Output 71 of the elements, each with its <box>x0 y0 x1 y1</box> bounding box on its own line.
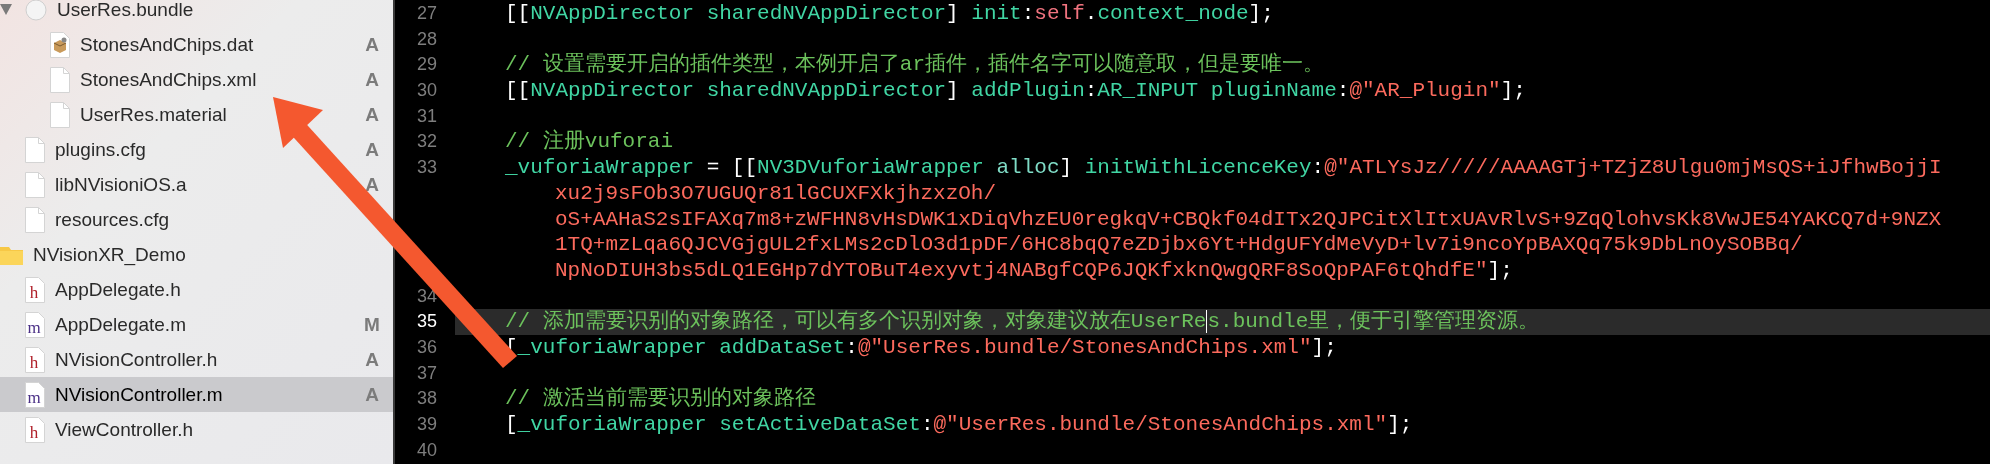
status-label: A <box>364 68 380 91</box>
document-icon <box>50 66 70 93</box>
disclosure-triangle-icon[interactable] <box>0 4 12 15</box>
status-label: M <box>363 313 381 336</box>
code-line: 1TQ+mzLqa6QJCVGjgUL2fxLMs2cDlO3d1pDF/6HC8bqQ7eZDjbx6Yt+HdgUFYdMeVyD+lv7i9ncoYpBAXQq75k9DbLnOySOBBq/ <box>554 232 1804 258</box>
code-line: oS+AAHaS2sIFAXq7m8+zWFHN8vHsDWK1xDiqVhzEU0regkqV+CBQkf04dITx2QJPCitXlItxUAvRlvS+9ZqQlohvsKk8VwJE54YAKCQ7d+9NZX <box>554 206 1943 233</box>
code-line: // 激活当前需要识别的对象路径 <box>504 386 817 412</box>
file-item[interactable]: h ViewController.h <box>0 412 393 447</box>
file-name: StonesAndChips.xml <box>80 68 258 91</box>
code-line: // 设置需要开启的插件类型，本例开启了ar插件，插件名字可以随意取，但是要唯一。 <box>504 52 1325 79</box>
file-name: NVisionController.m <box>55 383 224 406</box>
status-label: A <box>364 103 380 126</box>
file-name: AppDelegate.m <box>55 313 187 336</box>
status-label: A <box>364 138 380 161</box>
code-line: xu2j9sFOb3O7UGUQr81lGCUXFXkjhzxzOh/ <box>554 180 998 207</box>
file-item[interactable]: h NVisionController.h A <box>0 342 393 377</box>
line-number: 38 <box>415 387 438 411</box>
line-number: 39 <box>415 413 438 436</box>
line-number: 35 <box>415 310 438 334</box>
file-name: StonesAndChips.dat <box>80 33 255 56</box>
status-label: A <box>364 173 380 196</box>
line-number: 28 <box>415 27 438 51</box>
file-item[interactable]: UserRes.bundle <box>0 0 393 27</box>
file-name: UserRes.bundle <box>57 0 195 21</box>
file-item[interactable]: NVisionXR_Demo <box>0 237 393 272</box>
file-item[interactable]: h AppDelegate.h <box>0 272 393 307</box>
file-name: ViewController.h <box>55 418 194 441</box>
line-number: 32 <box>415 130 438 154</box>
file-name: resources.cfg <box>55 208 171 231</box>
document-icon <box>50 101 70 128</box>
line-number: 37 <box>415 361 438 385</box>
line-number: 31 <box>415 104 438 128</box>
bundle-icon <box>25 0 47 21</box>
file-item[interactable]: m AppDelegate.m M <box>0 307 393 342</box>
source-file-icon: m <box>25 381 45 408</box>
document-icon <box>25 206 45 233</box>
code-line: [[NVAppDirector sharedNVAppDirector] init:self.context_node]; <box>504 1 1275 27</box>
source-file-icon: m <box>25 311 45 338</box>
file-item[interactable]: StonesAndChips.xml A <box>0 62 393 97</box>
code-line: // 注册vuforai <box>504 129 675 156</box>
line-number: 29 <box>415 53 438 77</box>
code-line: [[NVAppDirector sharedNVAppDirector] addPlugin:AR_INPUT pluginName:@"AR_Plugin"]; <box>504 78 1527 104</box>
document-icon <box>50 31 70 58</box>
file-name: AppDelegate.h <box>55 278 182 301</box>
line-number: 36 <box>415 335 438 359</box>
file-item[interactable]: plugins.cfg A <box>0 132 393 167</box>
status-label: A <box>364 383 380 406</box>
file-name: plugins.cfg <box>55 138 147 161</box>
file-item[interactable]: UserRes.material A <box>0 97 393 132</box>
document-icon <box>25 136 45 163</box>
folder-icon <box>0 244 23 265</box>
line-number: 27 <box>415 2 438 25</box>
line-number: 33 <box>415 156 438 180</box>
line-number: 40 <box>415 438 438 462</box>
file-item[interactable]: StonesAndChips.dat A <box>0 27 393 62</box>
file-name: libNVisioniOS.a <box>55 173 188 196</box>
source-file-icon: h <box>25 346 45 373</box>
file-name: UserRes.material <box>80 103 228 126</box>
file-item[interactable]: m NVisionController.m A <box>0 377 393 412</box>
status-label: A <box>364 348 380 371</box>
status-label: A <box>364 33 380 56</box>
file-name: NVisionController.h <box>55 348 219 371</box>
code-line: NpNoDIUH3bs5dLQ1EGHp7dYTOBuT4exyvtj4NABgfCQP6JQKfxknQwgQRF8SoQpPAF6tQhdfE"]; <box>554 257 1514 284</box>
code-line: [_vuforiaWrapper setActiveDataSet:@"UserRes.bundle/StonesAndChips.xml"]; <box>504 412 1414 438</box>
code-line: _vuforiaWrapper = [[NV3DVuforiaWrapper alloc] initWithLicenceKey:@"ATLYsJz/////AAAAGTj+TZjZ8Ulgu0mjMsQS+iJfhwBojjI <box>504 155 1943 181</box>
source-file-icon: h <box>25 276 45 303</box>
file-name: NVisionXR_Demo <box>33 243 187 266</box>
file-item[interactable]: libNVisioniOS.a A <box>0 167 393 202</box>
document-icon <box>25 171 45 198</box>
line-number: 30 <box>415 79 438 103</box>
source-file-icon: h <box>25 416 45 443</box>
